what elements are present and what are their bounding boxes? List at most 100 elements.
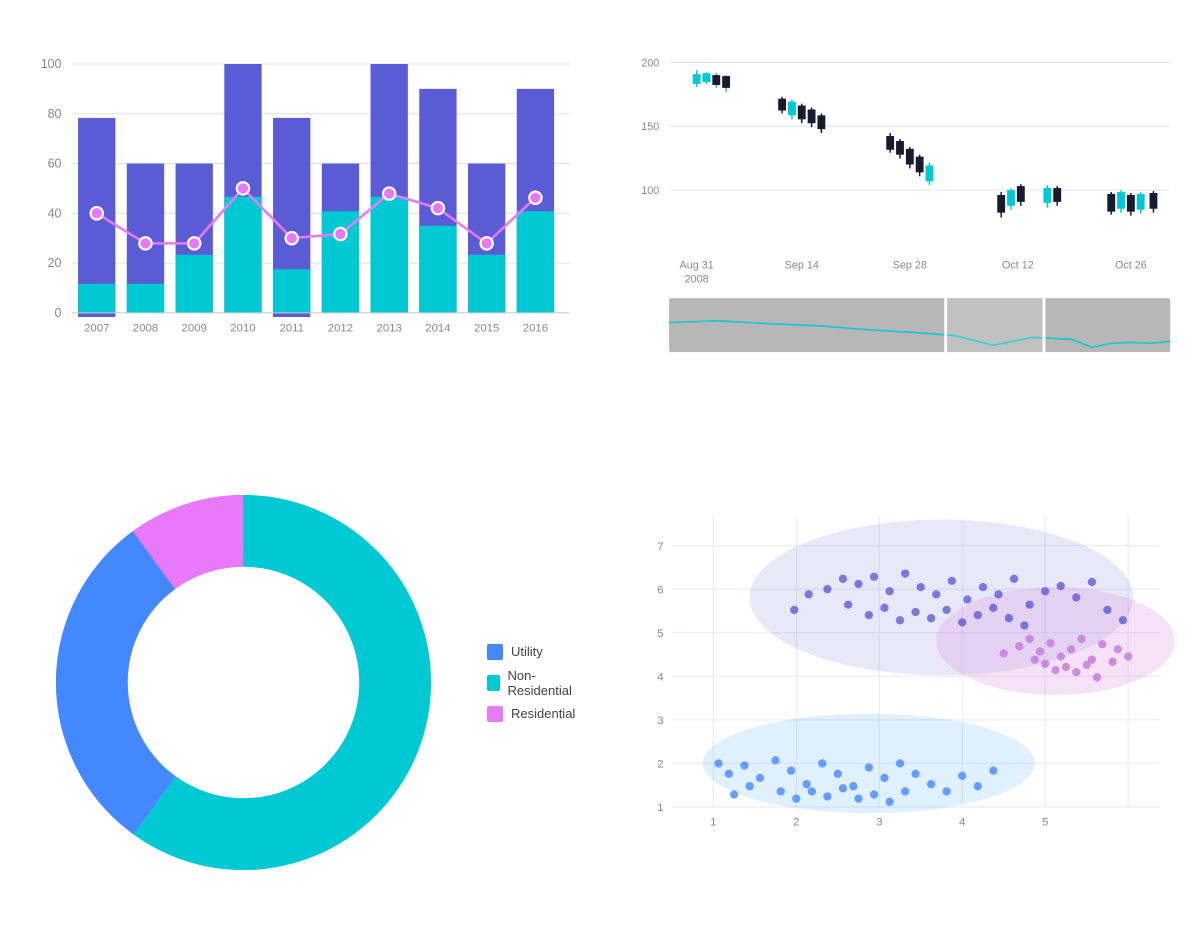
scatter-dot-blue xyxy=(911,770,919,778)
scatter-dot xyxy=(948,577,956,585)
scatter-dot-blue xyxy=(927,780,935,788)
x-sep28: Sep 28 xyxy=(893,260,927,272)
bar-line-chart: 100 80 60 40 20 0 xyxy=(20,20,580,419)
donut-chart xyxy=(20,459,467,906)
scatter-dot-pink xyxy=(1062,663,1070,671)
scatter-dot-blue xyxy=(740,761,748,769)
scatter-dot-blue xyxy=(745,782,753,790)
scatter-dot-blue xyxy=(756,774,764,782)
line-dot-2012 xyxy=(334,228,346,240)
line-dot-2008 xyxy=(139,237,151,249)
donut-chart-panel: Utility Non-Residential Residential xyxy=(0,439,600,926)
y-label-200: 200 xyxy=(641,57,659,69)
scatter-dot-blue xyxy=(834,770,842,778)
scatter-dot xyxy=(1010,575,1018,583)
y-label-7: 7 xyxy=(657,541,663,553)
scatter-dot xyxy=(958,618,966,626)
scatter-dot-blue xyxy=(958,772,966,780)
scatter-dot xyxy=(943,606,951,614)
x-label-3: 3 xyxy=(876,817,882,829)
candlestick-chart-panel: 200 150 100 xyxy=(600,0,1200,439)
y-label-4: 4 xyxy=(657,671,663,683)
scatter-dot-pink xyxy=(1067,645,1075,653)
line-dot-2007 xyxy=(91,207,103,219)
x-label-2: 2 xyxy=(793,817,799,829)
scatter-dot-blue xyxy=(989,767,997,775)
nav-handle-left[interactable] xyxy=(944,293,947,357)
scatter-dot xyxy=(1057,582,1065,590)
y-label-5: 5 xyxy=(657,628,663,640)
scatter-dot-blue xyxy=(792,795,800,803)
bar-bot-2008 xyxy=(127,284,164,313)
bar-bot-2016 xyxy=(517,211,554,313)
scatter-dot-pink xyxy=(1093,673,1101,681)
scatter-dot-blue xyxy=(880,774,888,782)
scatter-dot xyxy=(885,587,893,595)
y-label-1: 1 xyxy=(657,802,663,814)
scatter-dot-pink xyxy=(1072,668,1080,676)
legend-non-residential: Non-Residential xyxy=(487,668,580,698)
x-label-2010: 2010 xyxy=(230,323,255,335)
scatter-dot xyxy=(805,590,813,598)
line-dot-2009 xyxy=(188,237,200,249)
scatter-dot xyxy=(989,604,997,612)
scatter-dot-blue xyxy=(854,795,862,803)
x-aug31: Aug 31 xyxy=(680,260,714,272)
scatter-dot-blue xyxy=(725,770,733,778)
scatter-dot-blue xyxy=(901,787,909,795)
line-dot-2016 xyxy=(529,192,541,204)
y-label-40: 40 xyxy=(48,206,62,220)
x-label-2011: 2011 xyxy=(279,323,304,335)
bar-bot-2007 xyxy=(78,284,115,313)
legend-residential: Residential xyxy=(487,706,580,722)
bar-bot-2013 xyxy=(371,197,408,313)
legend-non-residential-label: Non-Residential xyxy=(508,668,580,698)
scatter-dot-blue xyxy=(896,759,904,767)
scatter-dot xyxy=(1103,606,1111,614)
scatter-dot xyxy=(901,570,909,578)
scatter-dot xyxy=(896,616,904,624)
x-label-2015: 2015 xyxy=(474,323,499,335)
scatter-dot-pink xyxy=(1036,647,1044,655)
y-label-60: 60 xyxy=(48,157,62,171)
scatter-dot-blue xyxy=(974,782,982,790)
scatter-dot-pink xyxy=(1041,660,1049,668)
line-dot-2014 xyxy=(432,202,444,214)
line-dot-2010 xyxy=(237,182,249,194)
scatter-dot xyxy=(880,604,888,612)
scatter-dot xyxy=(865,611,873,619)
scatter-dot-pink xyxy=(1015,642,1023,650)
scatter-dot xyxy=(927,614,935,622)
scatter-dot xyxy=(974,611,982,619)
scatter-dot xyxy=(1119,616,1127,624)
scatter-dot-pink xyxy=(1046,639,1054,647)
scatter-dot xyxy=(823,585,831,593)
x-label-2014: 2014 xyxy=(425,323,450,335)
x-label-4: 4 xyxy=(959,817,965,829)
scatter-dot-blue xyxy=(771,756,779,764)
x-label-2009: 2009 xyxy=(182,323,207,335)
scatter-dot-pink xyxy=(1108,658,1116,666)
scatter-dot-blue xyxy=(865,763,873,771)
scatter-dot-blue xyxy=(839,784,847,792)
bar-bot-2011 xyxy=(273,269,310,313)
bar-bot-2010 xyxy=(224,197,261,313)
scatter-dot-blue xyxy=(943,787,951,795)
y-label-3: 3 xyxy=(657,715,663,727)
nav-handle-right[interactable] xyxy=(1042,293,1045,357)
x-sep14: Sep 14 xyxy=(785,260,819,272)
legend-utility-color xyxy=(487,644,503,660)
scatter-dot-blue xyxy=(787,767,795,775)
donut-legend: Utility Non-Residential Residential xyxy=(487,644,580,722)
legend-non-residential-color xyxy=(487,675,500,691)
scatter-dot-blue xyxy=(849,782,857,790)
scatter-dot-blue xyxy=(803,780,811,788)
cluster-blue-ellipse xyxy=(703,714,1035,814)
scatter-dot xyxy=(1005,614,1013,622)
scatter-dot-blue xyxy=(818,759,826,767)
nav-selection xyxy=(947,296,1042,354)
cluster-pink-ellipse xyxy=(936,587,1175,695)
scatter-dot xyxy=(1025,601,1033,609)
scatter-dot xyxy=(979,583,987,591)
scatter-dot-pink xyxy=(1057,652,1065,660)
